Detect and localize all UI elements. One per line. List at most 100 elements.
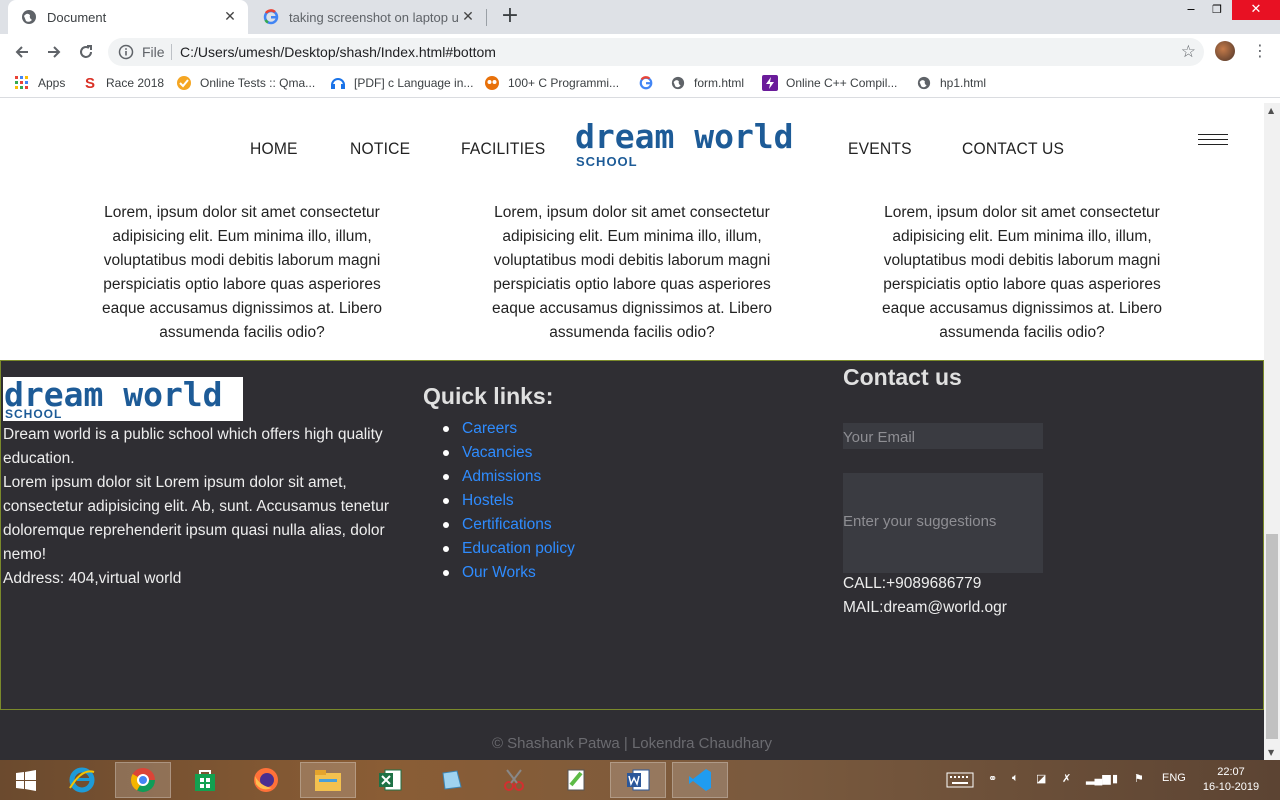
- close-tab-icon[interactable]: ✕: [220, 9, 240, 25]
- bookmark-hp1-html[interactable]: hp1.html: [916, 75, 986, 91]
- reload-icon: [80, 45, 92, 58]
- profile-avatar[interactable]: [1215, 41, 1235, 61]
- reload-button[interactable]: [74, 40, 98, 64]
- quick-link-vacancies[interactable]: Vacancies: [443, 441, 575, 465]
- page-scrollbar[interactable]: ▲ ▼: [1264, 103, 1280, 760]
- bookmark-google[interactable]: [638, 75, 662, 91]
- quick-link-education-policy[interactable]: Education policy: [443, 537, 575, 561]
- footer-logo[interactable]: dream world SCHOOL: [3, 375, 243, 421]
- hamburger-menu-icon[interactable]: [1198, 134, 1228, 149]
- card-text: Lorem, ipsum dolor sit amet consectetur …: [491, 204, 772, 341]
- copyright-bar: © Shashank Patwa | Lokendra Chaudhary: [0, 710, 1264, 760]
- close-tab-icon[interactable]: ✕: [458, 9, 478, 25]
- word-icon[interactable]: [610, 762, 666, 798]
- volume-icon[interactable]: 🔈︎: [1012, 772, 1019, 785]
- back-arrow-icon: [15, 46, 28, 58]
- bookmark-label: [PDF] c Language in...: [354, 76, 474, 90]
- suggestions-field[interactable]: [843, 473, 1043, 573]
- scroll-thumb[interactable]: [1266, 534, 1278, 739]
- notes-icon[interactable]: [424, 762, 480, 798]
- notepad-plus-plus-icon[interactable]: [548, 762, 604, 798]
- about-tagline: Dream world is a public school which off…: [3, 426, 383, 467]
- signal-icon[interactable]: ▂▄▆: [1086, 772, 1111, 785]
- windows-logo-icon: [16, 770, 36, 791]
- chrome-icon[interactable]: [115, 762, 171, 798]
- address-bar[interactable]: File C:/Users/umesh/Desktop/shash/Index.…: [108, 38, 1204, 66]
- site-navbar: HOME NOTICE FACILITIES dream world SCHOO…: [0, 103, 1264, 193]
- new-tab-button[interactable]: +: [498, 5, 522, 29]
- url-text[interactable]: C:/Users/umesh/Desktop/shash/Index.html#…: [180, 44, 496, 60]
- google-icon: [638, 75, 654, 91]
- bookmark-online-tests[interactable]: Online Tests :: Qma...: [176, 75, 315, 91]
- lightning-icon: [762, 75, 778, 91]
- site-footer: dream world SCHOOL Dream world is a publ…: [0, 360, 1264, 710]
- link-icon[interactable]: ⚭: [988, 772, 997, 785]
- bookmark-pdf-c-language[interactable]: [PDF] c Language in...: [330, 75, 473, 91]
- vscode-icon[interactable]: [672, 762, 728, 798]
- nav-events[interactable]: EVENTS: [848, 139, 912, 159]
- clock-date: 16-10-2019: [1202, 781, 1260, 793]
- quick-link-our-works[interactable]: Our Works: [443, 561, 575, 585]
- firefox-icon[interactable]: [238, 762, 294, 798]
- quick-link-hostels[interactable]: Hostels: [443, 489, 575, 513]
- site-logo[interactable]: dream world SCHOOL: [575, 117, 815, 177]
- tab-document[interactable]: Document ✕: [8, 0, 248, 34]
- start-button[interactable]: [0, 762, 52, 798]
- snipping-tool-icon[interactable]: [486, 762, 542, 798]
- bookmark-c-programming[interactable]: 100+ C Programmi...: [484, 75, 619, 91]
- forward-button[interactable]: [42, 40, 66, 64]
- tab-google-search[interactable]: taking screenshot on laptop usin ✕: [250, 0, 486, 34]
- quick-links-heading: Quick links:: [423, 383, 554, 409]
- tab-title: Document: [47, 9, 107, 25]
- language-indicator[interactable]: ENG: [1162, 772, 1186, 784]
- bookmark-race-2018[interactable]: S Race 2018: [82, 74, 165, 92]
- bookmark-online-cpp-compiler[interactable]: Online C++ Compil...: [762, 75, 897, 91]
- touch-keyboard-icon[interactable]: [946, 772, 974, 791]
- store-icon[interactable]: [177, 762, 233, 798]
- card-text: Lorem, ipsum dolor sit amet consectetur …: [101, 204, 382, 341]
- qmaths-icon: [176, 75, 192, 91]
- nav-facilities[interactable]: FACILITIES: [461, 139, 545, 159]
- bookmark-apps[interactable]: Apps: [14, 75, 65, 91]
- nav-contact-us[interactable]: CONTACT US: [962, 139, 1064, 159]
- scroll-up-arrow-icon[interactable]: ▲: [1268, 106, 1274, 115]
- quick-links-list: Careers Vacancies Admissions Hostels Cer…: [443, 417, 575, 585]
- scheme-label: File: [142, 44, 165, 60]
- headphone-icon: [330, 75, 346, 91]
- nav-notice[interactable]: NOTICE: [350, 139, 410, 159]
- quick-link-admissions[interactable]: Admissions: [443, 465, 575, 489]
- tab-title: taking screenshot on laptop usin: [289, 9, 458, 25]
- file-explorer-icon[interactable]: [300, 762, 356, 798]
- battery-icon[interactable]: ▮: [1112, 772, 1118, 785]
- apps-grid-icon: [14, 75, 30, 91]
- system-clock[interactable]: 22:07 16-10-2019: [1196, 765, 1266, 795]
- network-disconnected-icon[interactable]: ✗: [1062, 772, 1071, 785]
- bookmark-label: Race 2018: [106, 76, 165, 90]
- bookmark-form-html[interactable]: form.html: [670, 75, 744, 91]
- quick-link-certifications[interactable]: Certifications: [443, 513, 575, 537]
- internet-explorer-icon[interactable]: [54, 762, 110, 798]
- menu-kebab-icon[interactable]: ⋮: [1252, 42, 1268, 60]
- address-text: Address: 404,virtual world: [3, 570, 182, 587]
- app-tray-icon[interactable]: ◪: [1036, 772, 1046, 785]
- about-text: Lorem ipsum dolor sit Lorem ipsum dolor …: [3, 474, 389, 563]
- forward-arrow-icon: [48, 46, 61, 58]
- bookmark-label: hp1.html: [940, 76, 987, 90]
- quick-link-careers[interactable]: Careers: [443, 417, 575, 441]
- close-window-button[interactable]: ✕: [1232, 0, 1280, 20]
- info-icon[interactable]: [118, 44, 134, 64]
- back-button[interactable]: [10, 40, 34, 64]
- windows-taskbar: ⚭ 🔈︎ ◪ ✗ ▂▄▆ ▮ ⚑ ENG 22:07 16-10-2019: [0, 760, 1280, 800]
- bookmark-label: Apps: [38, 76, 66, 90]
- scroll-down-arrow-icon[interactable]: ▼: [1268, 748, 1274, 757]
- logo-subtitle: SCHOOL: [576, 154, 638, 169]
- notification-flag-icon[interactable]: ⚑: [1134, 772, 1144, 785]
- bookmark-star-icon[interactable]: ☆: [1181, 42, 1196, 62]
- tab-strip: Document ✕ taking screenshot on laptop u…: [0, 0, 1280, 34]
- nav-home[interactable]: HOME: [250, 139, 298, 159]
- excel-icon[interactable]: [362, 762, 418, 798]
- email-field[interactable]: [843, 423, 1043, 449]
- race-s-icon: S: [84, 74, 95, 92]
- owl-icon: [484, 75, 500, 91]
- footer-about: Dream world is a public school which off…: [3, 423, 413, 591]
